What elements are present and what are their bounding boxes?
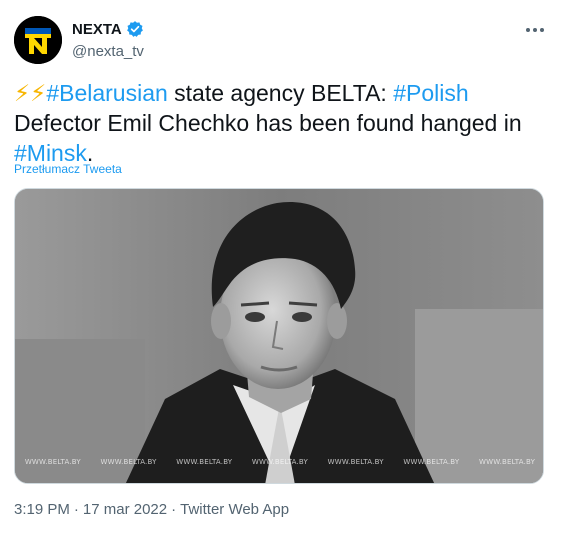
watermark-text: WWW.BELTA.BY	[403, 458, 460, 466]
tweet-text: ⚡⚡#Belarusian state agency BELTA: #Polis…	[14, 78, 544, 168]
dot	[533, 28, 537, 32]
meta-separator: ·	[171, 501, 177, 518]
tweet-source-app[interactable]: Twitter Web App	[180, 501, 289, 518]
more-options-icon[interactable]	[518, 18, 552, 42]
avatar[interactable]	[14, 16, 62, 64]
tweet-date[interactable]: 17 mar 2022	[83, 501, 167, 518]
watermark-text: WWW.BELTA.BY	[100, 458, 157, 466]
translate-tweet-link[interactable]: Przetłumacz Tweeta	[14, 162, 122, 176]
dot	[526, 28, 530, 32]
meta-separator: ·	[73, 501, 79, 518]
verified-badge-icon	[126, 20, 144, 38]
handle[interactable]: @nexta_tv	[72, 43, 144, 60]
display-name[interactable]: NEXTA	[72, 21, 122, 38]
photo-watermark: WWW.BELTA.BY WWW.BELTA.BY WWW.BELTA.BY W…	[15, 458, 543, 466]
tweet-card: NEXTA @nexta_tv ⚡⚡#Belarusian state agen…	[0, 0, 562, 537]
dot	[540, 28, 544, 32]
tweet-photo[interactable]: WWW.BELTA.BY WWW.BELTA.BY WWW.BELTA.BY W…	[14, 188, 544, 484]
tweet-text-part: Defector Emil Chechko has been found han…	[14, 110, 522, 136]
tweet-time[interactable]: 3:19 PM	[14, 501, 70, 518]
watermark-text: WWW.BELTA.BY	[479, 458, 536, 466]
tweet-metadata: 3:19 PM · 17 mar 2022 · Twitter Web App	[14, 501, 289, 518]
hashtag-polish[interactable]: #Polish	[393, 80, 468, 106]
watermark-text: WWW.BELTA.BY	[327, 458, 384, 466]
name-row: NEXTA	[72, 20, 144, 38]
watermark-text: WWW.BELTA.BY	[251, 458, 308, 466]
watermark-text: WWW.BELTA.BY	[24, 458, 81, 466]
portrait-photo-image	[15, 189, 543, 483]
hashtag-belarusian[interactable]: #Belarusian	[46, 80, 167, 106]
nexta-logo-icon	[14, 16, 62, 64]
tweet-text-part: state agency BELTA:	[167, 80, 394, 106]
watermark-text: WWW.BELTA.BY	[176, 458, 233, 466]
lightning-emoji-icon: ⚡⚡	[14, 80, 47, 106]
